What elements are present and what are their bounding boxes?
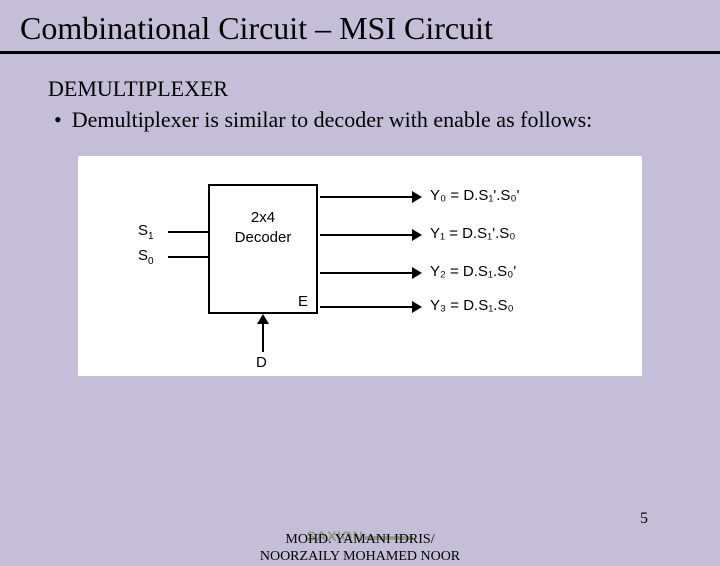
output-y1-label: Y₁ = D.S₁'.S₀ — [430, 225, 516, 242]
enable-label: E — [298, 293, 308, 310]
page-title: Combinational Circuit – MSI Circuit — [0, 0, 720, 54]
arrow-d-icon — [257, 314, 269, 324]
author-block: MOHD. YAMANI IDRIS/ NOORZAILY MOHAMED NO… — [260, 531, 460, 566]
wire-s1 — [168, 231, 208, 233]
wire-s0 — [168, 256, 208, 258]
wire-y1 — [320, 234, 415, 236]
arrow-y0-icon — [412, 191, 422, 203]
output-y3-label: Y₃ = D.S₁.S₀ — [430, 297, 514, 314]
content-area: DEMULTIPLEXER • Demultiplexer is similar… — [0, 54, 720, 376]
bullet-marker: • — [48, 106, 72, 134]
input-s0-label: S0 — [138, 247, 154, 267]
arrow-y1-icon — [412, 229, 422, 241]
wire-y0 — [320, 196, 415, 198]
page-number: 5 — [640, 510, 648, 528]
arrow-y3-icon — [412, 301, 422, 313]
demux-diagram: 2x4 Decoder E S1 S0 D Y₀ = D.S₁'.S₀' Y₁ … — [78, 156, 642, 376]
input-d-label: D — [256, 354, 267, 371]
footer-center: SAXION MOHD. YAMANI IDRIS/ NOORZAILY MOH… — [260, 528, 460, 566]
wire-y2 — [320, 272, 415, 274]
decoder-box: 2x4 Decoder E — [208, 184, 318, 314]
input-s1-label: S1 — [138, 222, 154, 242]
output-y2-label: Y₂ = D.S₁.S₀' — [430, 263, 516, 280]
decoder-label: 2x4 Decoder — [210, 208, 316, 247]
author-line1: MOHD. YAMANI IDRIS/ — [285, 532, 434, 547]
bullet-text: Demultiplexer is similar to decoder with… — [72, 106, 593, 134]
wire-y3 — [320, 306, 415, 308]
section-heading: DEMULTIPLEXER — [48, 76, 672, 102]
arrow-y2-icon — [412, 267, 422, 279]
author-line2: NOORZAILY MOHAMED NOOR — [260, 549, 460, 564]
bullet-item: • Demultiplexer is similar to decoder wi… — [48, 106, 672, 134]
output-y0-label: Y₀ = D.S₁'.S₀' — [430, 187, 520, 204]
